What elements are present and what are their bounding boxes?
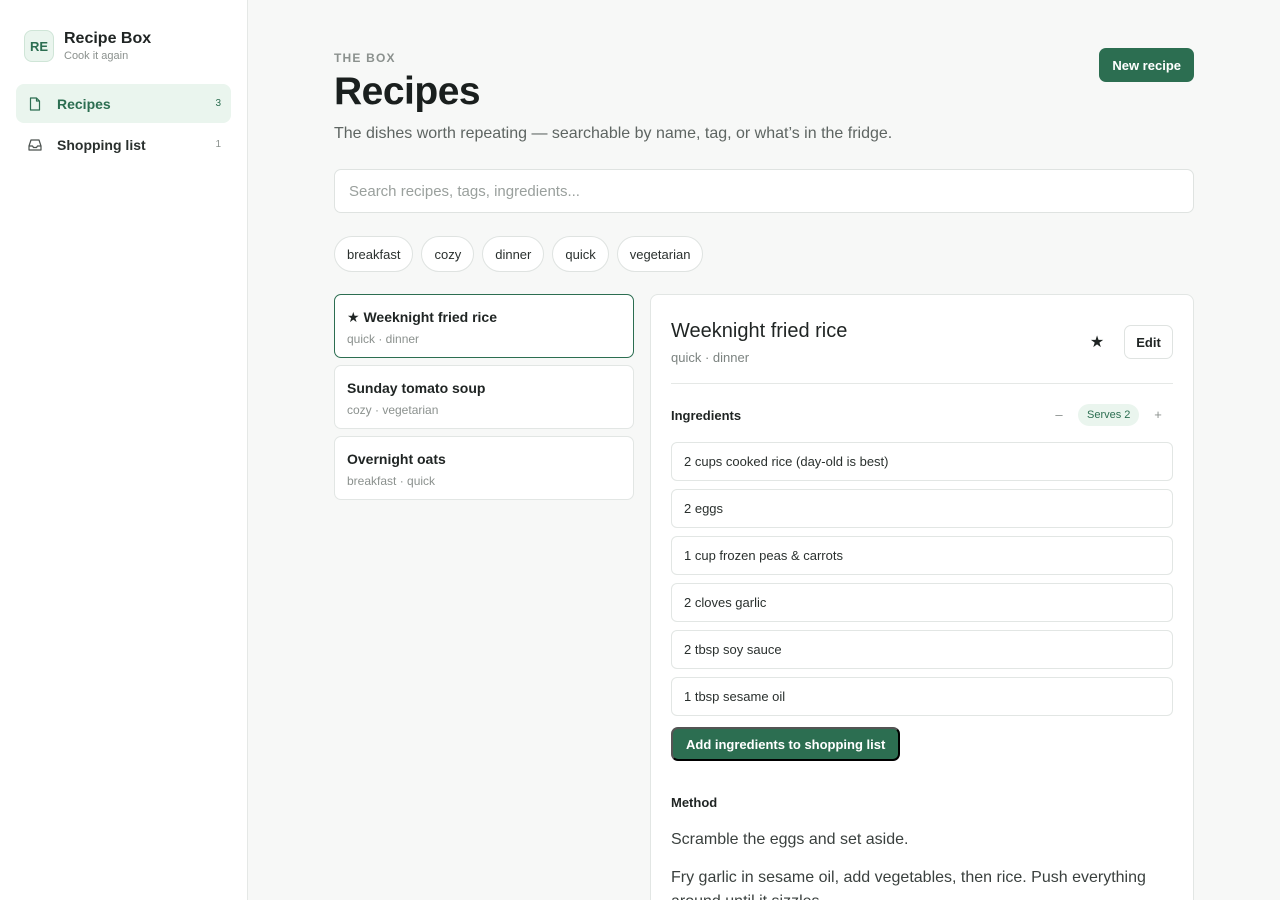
ingredient-item: 2 tbsp soy sauce [671, 630, 1173, 669]
recipe-detail-tags: quick · dinner [671, 350, 750, 365]
ingredient-item: 1 tbsp sesame oil [671, 677, 1173, 716]
recipe-detail-title: Weeknight fried rice [671, 320, 848, 342]
recipe-card-title: Sunday tomato soup [347, 380, 486, 396]
increase-servings-button[interactable]: + [1151, 406, 1165, 422]
recipe-list: ★ Weeknight fried rice quick · dinner Su… [334, 294, 634, 507]
method-steps: Scramble the eggs and set aside. Fry gar… [671, 828, 1151, 900]
brand-subtitle: Cook it again [64, 50, 129, 62]
ingredients-heading: Ingredients [671, 408, 742, 423]
sidebar-item-shopping-list[interactable]: Shopping list 1 [16, 125, 231, 164]
tag-filter-vegetarian[interactable]: vegetarian [616, 236, 704, 272]
recipe-card-tags: breakfast · quick [347, 474, 436, 488]
recipe-card-title: Overnight oats [347, 451, 446, 467]
sidebar-item-count: 1 [215, 139, 221, 150]
brand-title: Recipe Box [64, 30, 152, 47]
recipe-card-tags: cozy · vegetarian [347, 403, 439, 417]
tag-filter-cozy[interactable]: cozy [421, 236, 475, 272]
tag-filter-breakfast[interactable]: breakfast [334, 236, 414, 272]
search-input[interactable] [334, 169, 1194, 213]
sidebar-item-label: Recipes [57, 95, 111, 112]
recipe-card-title: ★ Weeknight fried rice [347, 309, 497, 325]
sidebar: RE Recipe Box Cook it again Recipes 3 Sh… [0, 0, 248, 900]
method-step: Fry garlic in sesame oil, add vegetables… [671, 869, 1146, 900]
document-icon [28, 96, 42, 111]
method-step: Scramble the eggs and set aside. [671, 831, 909, 848]
sidebar-item-recipes[interactable]: Recipes 3 [16, 84, 231, 123]
tag-filter-quick[interactable]: quick [552, 236, 609, 272]
page-description: The dishes worth repeating — searchable … [334, 125, 893, 142]
inbox-icon [28, 138, 42, 152]
add-to-shopping-list-button[interactable]: Add ingredients to shopping list [671, 727, 901, 761]
method-heading: Method [671, 795, 718, 810]
sidebar-nav: Recipes 3 Shopping list 1 [16, 84, 231, 166]
decrease-servings-button[interactable]: – [1053, 406, 1065, 422]
sidebar-item-label: Shopping list [57, 136, 146, 153]
ingredient-item: 2 cloves garlic [671, 583, 1173, 622]
ingredient-list: 2 cups cooked rice (day-old is best) 2 e… [671, 442, 1173, 724]
page-title: Recipes [334, 70, 481, 113]
recipe-card-tags: quick · dinner [347, 332, 420, 346]
ingredient-item: 2 cups cooked rice (day-old is best) [671, 442, 1173, 481]
divider [671, 383, 1173, 384]
ingredient-item: 2 eggs [671, 489, 1173, 528]
edit-button[interactable]: Edit [1124, 325, 1173, 359]
sidebar-item-count: 3 [215, 98, 221, 109]
main-content: THE BOX Recipes The dishes worth repeati… [334, 0, 1194, 900]
recipe-card[interactable]: ★ Weeknight fried rice quick · dinner [334, 294, 634, 358]
favorite-star-button[interactable]: ★ [1088, 333, 1106, 351]
tag-filter-dinner[interactable]: dinner [482, 236, 545, 272]
recipe-detail-panel: Weeknight fried rice quick · dinner ★ Ed… [650, 294, 1194, 900]
brand: RE Recipe Box Cook it again [24, 29, 151, 63]
recipe-card[interactable]: Overnight oats breakfast · quick [334, 436, 634, 500]
servings-badge: Serves 2 [1078, 404, 1140, 426]
brand-badge: RE [24, 30, 54, 62]
new-recipe-button[interactable]: New recipe [1099, 48, 1194, 82]
ingredient-item: 1 cup frozen peas & carrots [671, 536, 1173, 575]
tag-filter-list: breakfast cozy dinner quick vegetarian [334, 236, 711, 272]
recipe-card[interactable]: Sunday tomato soup cozy · vegetarian [334, 365, 634, 429]
page-eyebrow: THE BOX [334, 51, 396, 65]
